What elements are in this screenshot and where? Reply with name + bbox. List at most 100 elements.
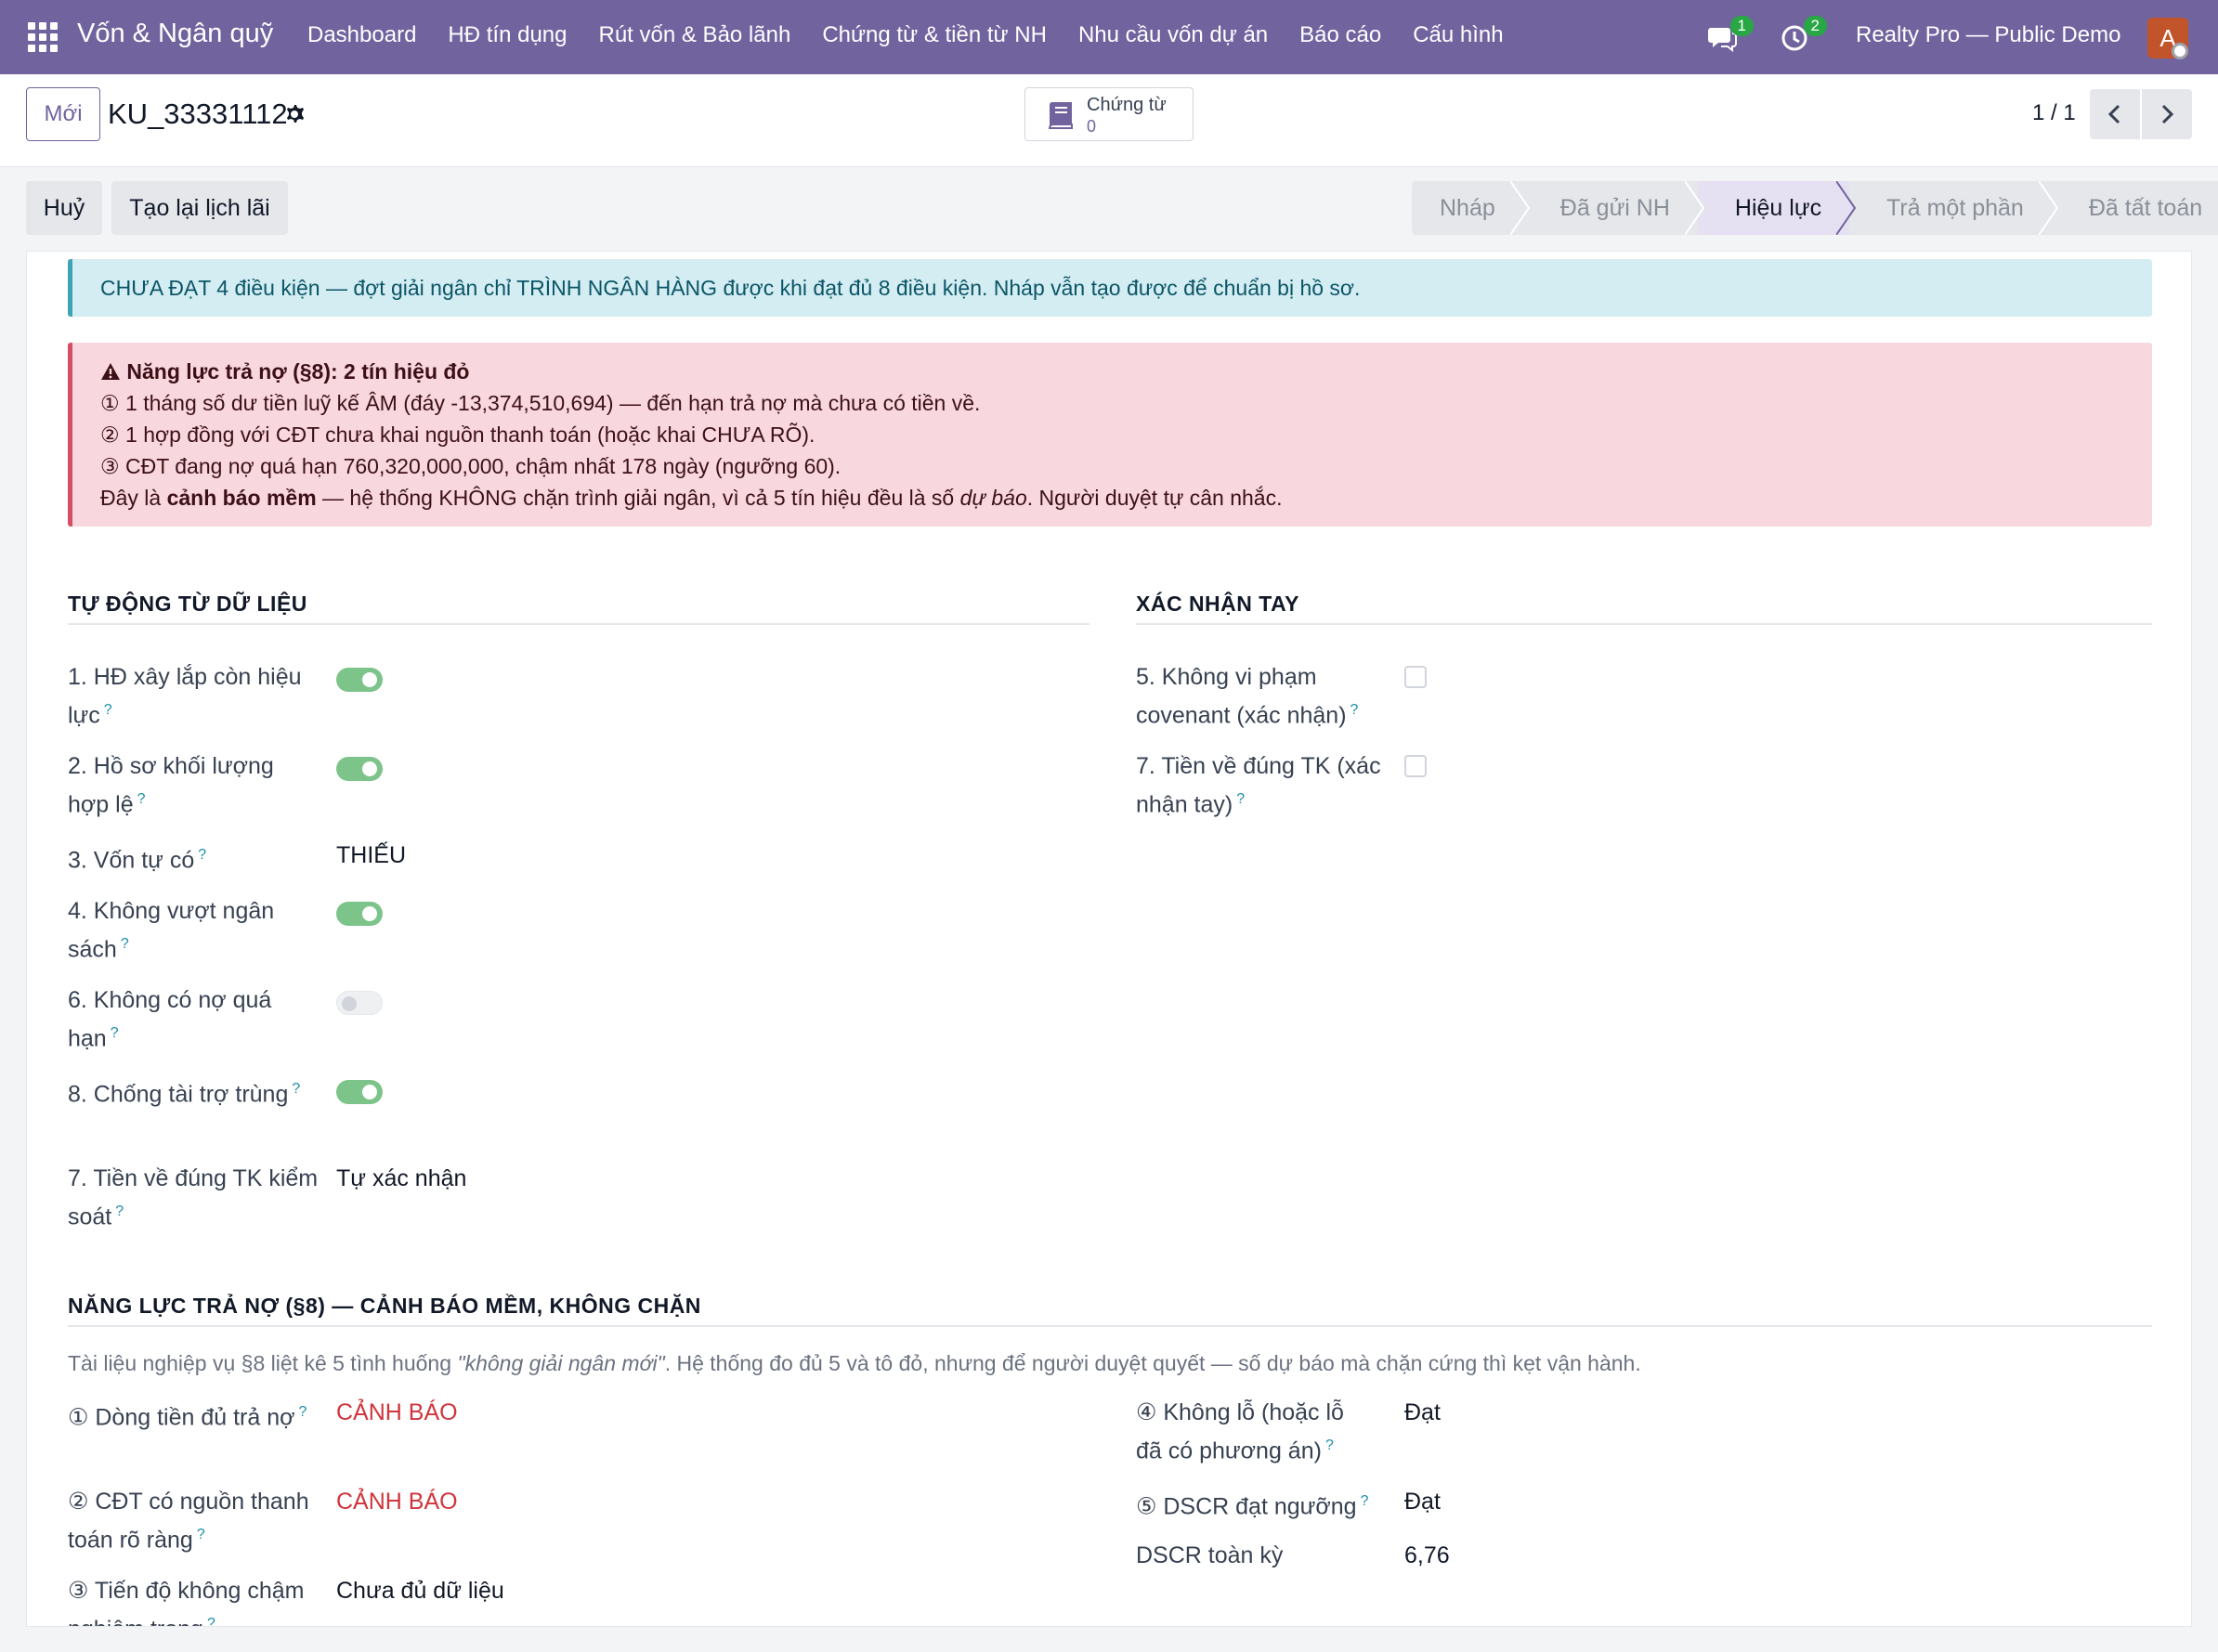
menu-item-dashboard[interactable]: Dashboard: [307, 22, 416, 48]
menu-item-config[interactable]: Cấu hình: [1413, 22, 1503, 48]
stage-sent-to-bank[interactable]: Đã gửi NH: [1522, 181, 1705, 235]
section-divider: [68, 623, 1089, 625]
chevron-left-icon: [2107, 104, 2120, 124]
menu-item-reports[interactable]: Báo cáo: [1299, 22, 1381, 48]
field-label-manual-account: 7. Tiền về đúng TK (xác nhận tay)?: [1136, 753, 1381, 818]
toggle-budget[interactable]: [336, 902, 383, 926]
help-icon[interactable]: ?: [1350, 702, 1359, 718]
stage-label: Trả một phần: [1886, 195, 2024, 221]
record-name: KU_33331112: [108, 98, 288, 130]
checkbox-manual-account[interactable]: [1404, 755, 1427, 777]
pager-previous-button[interactable]: [2090, 89, 2140, 139]
pager-value[interactable]: 1 / 1: [2032, 100, 2076, 126]
conditions-info-alert: CHƯA ĐẠT 4 điều kiện — đợt giải ngân chỉ…: [68, 259, 2152, 317]
field-value-control-account: Tự xác nhận: [336, 1165, 467, 1191]
stage-label: Đã gửi NH: [1559, 195, 1670, 221]
warning-line: ③ CĐT đang nợ quá hạn 760,320,000,000, c…: [100, 454, 842, 478]
help-icon[interactable]: ?: [111, 1025, 119, 1041]
field-label-control-account: 7. Tiền về đúng TK kiểm soát?: [68, 1165, 319, 1230]
main-menu: Dashboard HĐ tín dụng Rút vốn & Bảo lãnh…: [307, 22, 1535, 48]
toggle-double-financing[interactable]: [336, 1080, 383, 1104]
field-value-payment-source: CẢNH BÁO: [336, 1489, 458, 1515]
smart-button-label: Chứng từ: [1087, 95, 1167, 115]
field-value-cashflow: CẢNH BÁO: [336, 1399, 458, 1425]
field-label-equity: 3. Vốn tự có?: [68, 847, 207, 874]
field-label-no-overdue: 6. Không có nợ quá hạn?: [68, 987, 272, 1052]
messages-icon[interactable]: 1: [1707, 16, 1754, 53]
top-navbar: Vốn & Ngân quỹ Dashboard HĐ tín dụng Rút…: [0, 0, 2218, 74]
status-bar: Huỷ Tạo lại lịch lãi Nháp Đã gửi NH Hiệu…: [0, 167, 2218, 251]
stage-label: Hiệu lực: [1734, 195, 1822, 221]
help-icon[interactable]: ?: [121, 936, 129, 952]
field-label-cashflow: ① Dòng tiền đủ trả nợ?: [68, 1404, 307, 1431]
repay-section-title: NĂNG LỰC TRẢ NỢ (§8) — CẢNH BÁO MỀM, KHÔ…: [68, 1294, 701, 1318]
stage-partially-repaid[interactable]: Trả một phần: [1849, 181, 2059, 235]
menu-item-credit-contracts[interactable]: HĐ tín dụng: [448, 22, 567, 48]
help-icon[interactable]: ?: [1361, 1493, 1369, 1509]
footer-text: Đây là: [100, 486, 167, 510]
note-text: Tài liệu nghiệp vụ §8 liệt kê 5 tình huố…: [68, 1351, 458, 1375]
control-panel: Mới KU_33331112 Chứng từ 0 1 / 1: [0, 74, 2218, 167]
field-label-covenant: 5. Không vi phạm covenant (xác nhận)?: [1136, 664, 1359, 729]
company-switcher[interactable]: Realty Pro — Public Demo: [1856, 22, 2120, 48]
menu-item-disbursement[interactable]: Rút vốn & Bảo lãnh: [599, 22, 791, 48]
form-sheet: CHƯA ĐẠT 4 điều kiện — đợt giải ngân chỉ…: [26, 251, 2192, 1627]
stage-effective[interactable]: Hiệu lực: [1697, 181, 1857, 235]
help-icon[interactable]: ?: [292, 1081, 300, 1097]
field-value-no-loss: Đạt: [1404, 1399, 1441, 1425]
stage-arrow-icon: [1509, 181, 1530, 235]
footer-text: — hệ thống KHÔNG chặn trình giải ngân, v…: [316, 486, 960, 510]
regenerate-interest-schedule-button[interactable]: Tạo lại lịch lãi: [111, 181, 288, 235]
field-label-dscr-threshold: ⑤ DSCR đạt ngưỡng?: [1136, 1493, 1369, 1520]
activities-badge: 2: [1803, 16, 1827, 36]
help-icon[interactable]: ?: [115, 1203, 124, 1219]
app-grid-icon[interactable]: [28, 22, 58, 52]
messages-badge: 1: [1729, 16, 1754, 36]
new-button[interactable]: Mới: [26, 87, 100, 141]
menu-item-vouchers[interactable]: Chứng từ & tiền từ NH: [822, 22, 1047, 48]
smart-button-count: 0: [1087, 117, 1097, 136]
toggle-no-overdue[interactable]: [336, 991, 383, 1015]
stage-draft[interactable]: Nháp: [1412, 181, 1530, 235]
warning-footer: Đây là cảnh báo mềm — hệ thống KHÔNG chặ…: [100, 482, 2152, 514]
warning-title: Năng lực trả nợ (§8): 2 tín hiệu đỏ: [126, 359, 470, 384]
field-label-budget: 4. Không vượt ngân sách?: [68, 898, 275, 963]
footer-italic: dự báo: [959, 486, 1027, 510]
field-label-volume-records: 2. Hồ sơ khối lượng hợp lệ?: [68, 753, 274, 818]
help-icon[interactable]: ?: [198, 847, 206, 863]
footer-text: . Người duyệt tự cân nhắc.: [1026, 486, 1283, 510]
help-icon[interactable]: ?: [137, 791, 146, 807]
help-icon[interactable]: ?: [104, 702, 112, 718]
field-value-equity: THIẾU: [336, 842, 406, 868]
section-divider: [1136, 623, 2152, 625]
stage-arrow-icon: [2038, 181, 2059, 235]
toggle-volume-records[interactable]: [336, 757, 383, 781]
stage-arrow-icon: [1836, 181, 1857, 235]
field-label-construction-contract: 1. HĐ xây lắp còn hiệu lực?: [68, 664, 302, 729]
presence-status-icon: [2172, 43, 2188, 59]
app-title[interactable]: Vốn & Ngân quỹ: [77, 19, 273, 49]
checkbox-covenant[interactable]: [1404, 666, 1427, 688]
toggle-construction-contract[interactable]: [336, 668, 383, 692]
help-icon[interactable]: ?: [1236, 791, 1245, 807]
repay-section-note: Tài liệu nghiệp vụ §8 liệt kê 5 tình huố…: [68, 1351, 1641, 1376]
help-icon[interactable]: ?: [197, 1527, 205, 1542]
book-icon: [1048, 102, 1073, 129]
field-label-dscr-total: DSCR toàn kỳ: [1136, 1542, 1284, 1568]
section-divider: [68, 1325, 2152, 1327]
warning-icon: [101, 363, 120, 380]
stage-settled[interactable]: Đã tất toán: [2051, 181, 2218, 235]
menu-item-capital-needs[interactable]: Nhu cầu vốn dự án: [1078, 22, 1268, 48]
gear-icon[interactable]: [282, 102, 307, 126]
cancel-button[interactable]: Huỷ: [26, 181, 102, 235]
auto-section-title: TỰ ĐỘNG TỪ DỮ LIỆU: [68, 592, 307, 616]
manual-section-title: XÁC NHẬN TAY: [1136, 592, 1299, 616]
vouchers-smart-button[interactable]: Chứng từ 0: [1024, 87, 1194, 141]
activities-icon[interactable]: 2: [1781, 16, 1827, 52]
pager-next-button[interactable]: [2142, 89, 2192, 139]
field-label-no-loss: ④ Không lỗ (hoặc lỗ đã có phương án)?: [1136, 1399, 1344, 1464]
help-icon[interactable]: ?: [207, 1616, 215, 1626]
help-icon[interactable]: ?: [1325, 1437, 1334, 1453]
stage-pipeline: Nháp Đã gửi NH Hiệu lực Trả một phần Đã …: [1412, 181, 2218, 235]
help-icon[interactable]: ?: [299, 1404, 307, 1420]
